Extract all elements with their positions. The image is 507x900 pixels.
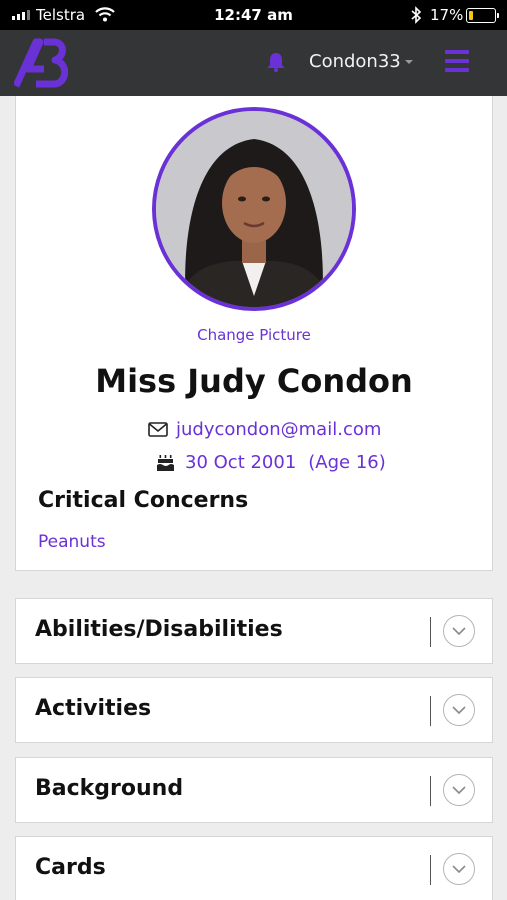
ab-logo-icon[interactable]: [14, 36, 74, 90]
change-picture-link[interactable]: Change Picture: [16, 326, 492, 344]
email-link[interactable]: judycondon@mail.com: [176, 419, 381, 440]
section-label: Activities: [35, 696, 152, 721]
chevron-down-icon[interactable]: [405, 60, 413, 64]
battery-level-fill: [469, 11, 473, 20]
chevron-down-icon[interactable]: [443, 615, 475, 647]
section-divider: [430, 617, 431, 647]
bluetooth-icon: [411, 6, 422, 24]
section-label: Abilities/Disabilities: [35, 617, 283, 642]
envelope-icon: [148, 422, 168, 437]
date-of-birth: 30 Oct 2001: [185, 452, 297, 473]
bell-icon[interactable]: [265, 51, 287, 73]
age-label: (Age 16): [308, 452, 386, 473]
battery-icon: [466, 8, 499, 23]
birthday-row: 30 Oct 2001 (Age 16): [156, 452, 386, 473]
section-background[interactable]: Background: [15, 757, 493, 823]
battery-percent: 17%: [430, 6, 464, 24]
chevron-down-icon[interactable]: [443, 853, 475, 885]
profile-card: Change Picture Miss Judy Condon judycond…: [15, 96, 493, 571]
section-divider: [430, 696, 431, 726]
avatar[interactable]: [152, 107, 356, 311]
section-label: Background: [35, 776, 184, 801]
section-abilities-disabilities[interactable]: Abilities/Disabilities: [15, 598, 493, 664]
top-navbar: Condon33: [0, 30, 507, 96]
email-row: judycondon@mail.com: [148, 419, 381, 440]
username-dropdown[interactable]: Condon33: [309, 51, 401, 72]
birthday-cake-icon: [157, 454, 174, 471]
status-bar: Telstra 12:47 am 17%: [0, 0, 507, 30]
critical-concern-item[interactable]: Peanuts: [38, 532, 106, 552]
profile-name: Miss Judy Condon: [95, 362, 413, 400]
section-cards[interactable]: Cards: [15, 836, 493, 900]
section-divider: [430, 776, 431, 806]
section-divider: [430, 855, 431, 885]
hamburger-menu-icon[interactable]: [445, 50, 469, 72]
profile-photo: [156, 111, 352, 307]
critical-concerns-heading: Critical Concerns: [38, 488, 249, 513]
chevron-down-icon[interactable]: [443, 774, 475, 806]
section-activities[interactable]: Activities: [15, 677, 493, 743]
chevron-down-icon[interactable]: [443, 694, 475, 726]
section-label: Cards: [35, 855, 106, 880]
